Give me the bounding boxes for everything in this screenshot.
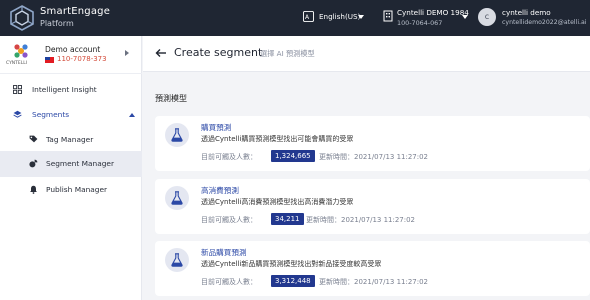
flask-icon-badge — [165, 186, 189, 210]
card-title[interactable]: 購買預測 — [201, 122, 231, 133]
avatar[interactable]: c — [478, 8, 496, 26]
main-content: Create segment 選擇 AI 預測模型 預測模型 購買預測 透過Cy… — [143, 36, 590, 300]
updated-time: 更新時間：2021/07/13 11:27:02 — [319, 153, 429, 161]
account-logo-text: CYNTELLI — [6, 61, 28, 66]
flask-icon — [171, 128, 183, 142]
sidebar-item-intelligent-insight[interactable]: Intelligent Insight — [0, 77, 142, 103]
card-description: 透過Cyntelli新品購買預測模型找出對新品接受度較高受眾 — [201, 260, 382, 268]
account-switcher[interactable]: CYNTELLI Demo account 110-7078-373 — [0, 36, 142, 74]
account-id: 100-7064-067 — [397, 19, 443, 27]
page-header: Create segment 選擇 AI 預測模型 — [143, 36, 590, 72]
chevron-right-icon[interactable] — [125, 50, 129, 56]
account-name[interactable]: Cyntelli DEMO 1984 — [397, 8, 469, 17]
flask-icon — [171, 253, 183, 267]
brand-subtitle: Platform — [40, 19, 74, 28]
flask-icon — [171, 191, 183, 205]
sidebar-item-label: Segment Manager — [46, 159, 115, 168]
sidebar-item-label: Segments — [32, 110, 70, 119]
reach-count-badge: 1,324,665 — [271, 150, 315, 162]
card-title[interactable]: 高消費預測 — [201, 185, 239, 196]
language-chevron-down-icon[interactable] — [358, 15, 364, 19]
reach-count-label: 目前可觸及人數： — [201, 278, 257, 286]
sidebar: CYNTELLI Demo account 110-7078-373 Intel… — [0, 36, 142, 300]
flask-icon-badge — [165, 123, 189, 147]
section-title: 預測模型 — [155, 94, 187, 103]
account-id: 110-7078-373 — [57, 55, 107, 63]
svg-text:A: A — [305, 14, 310, 21]
back-arrow-icon[interactable] — [155, 48, 167, 58]
language-selector[interactable]: English(US) — [319, 12, 360, 21]
reach-count-badge: 3,312,448 — [271, 275, 315, 287]
sidebar-item-label: Intelligent Insight — [32, 85, 97, 94]
account-name: Demo account — [45, 45, 101, 54]
page-subtitle: 選擇 AI 預測模型 — [260, 49, 315, 58]
smartengage-logo-icon[interactable] — [8, 4, 36, 32]
tag-icon — [29, 135, 38, 143]
reach-count-label: 目前可觸及人數： — [201, 216, 257, 224]
card-title[interactable]: 新品購買預測 — [201, 247, 247, 258]
language-icon[interactable]: A — [303, 11, 314, 22]
flask-icon-badge — [165, 248, 189, 272]
account-building-icon — [383, 10, 393, 22]
top-bar: SmartEngage Platform A English(US) Cynte… — [0, 0, 590, 36]
brand-name: SmartEngage — [40, 6, 111, 17]
model-card-purchase[interactable]: 購買預測 透過Cyntelli購買預測模型找出可能會購買的受眾 目前可觸及人數：… — [155, 116, 590, 171]
reach-count-badge: 34,211 — [271, 213, 304, 225]
page-title: Create segment — [174, 46, 263, 59]
sidebar-item-label: Tag Manager — [46, 135, 94, 144]
user-email: cyntellidemo2022@atelli.ai — [502, 19, 587, 26]
chevron-up-icon[interactable] — [129, 113, 135, 117]
card-description: 透過Cyntelli購買預測模型找出可能會購買的受眾 — [201, 135, 354, 143]
reach-count-label: 目前可觸及人數： — [201, 153, 257, 161]
segment-icon — [29, 159, 38, 168]
cyntelli-logo-icon — [14, 44, 28, 58]
card-description: 透過Cyntelli高消費預測模型找出高消費潛力受眾 — [201, 198, 354, 206]
user-name[interactable]: cyntelli demo — [502, 8, 551, 17]
sidebar-item-tag-manager[interactable]: Tag Manager — [0, 127, 142, 153]
sidebar-item-segment-manager[interactable]: Segment Manager — [0, 151, 142, 177]
layers-icon — [13, 110, 22, 118]
taiwan-flag-icon — [45, 57, 54, 63]
bell-icon — [30, 185, 37, 194]
model-card-high-spending[interactable]: 高消費預測 透過Cyntelli高消費預測模型找出高消費潛力受眾 目前可觸及人數… — [155, 179, 590, 234]
sidebar-item-label: Publish Manager — [46, 185, 108, 194]
sidebar-item-publish-manager[interactable]: Publish Manager — [0, 177, 142, 203]
account-chevron-down-icon[interactable] — [462, 15, 468, 19]
grid-icon — [13, 85, 22, 94]
updated-time: 更新時間：2021/07/13 11:27:02 — [306, 216, 416, 224]
sidebar-item-segments[interactable]: Segments — [0, 102, 142, 128]
updated-time: 更新時間：2021/07/13 11:27:02 — [319, 278, 429, 286]
model-card-new-product[interactable]: 新品購買預測 透過Cyntelli新品購買預測模型找出對新品接受度較高受眾 目前… — [155, 241, 590, 296]
